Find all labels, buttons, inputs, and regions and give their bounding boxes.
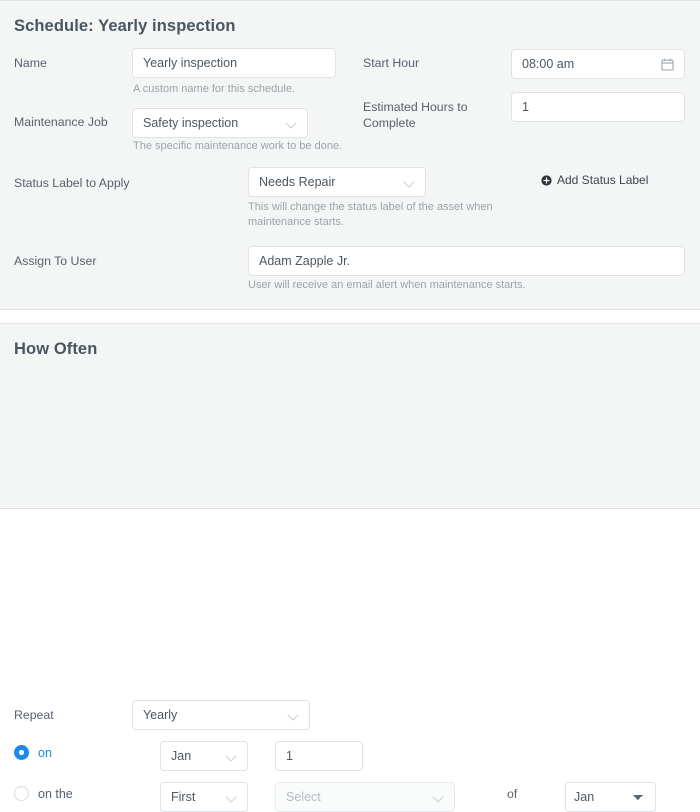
repeat-on-radio-row[interactable]: on bbox=[14, 745, 52, 760]
maintenance-job-value: Safety inspection bbox=[143, 116, 280, 130]
name-label: Name bbox=[14, 55, 47, 71]
status-label-label: Status Label to Apply bbox=[14, 175, 130, 191]
repeat-value: Yearly bbox=[143, 708, 282, 722]
circle-plus-icon bbox=[541, 175, 552, 186]
repeat-on-the-weekday-placeholder: Select bbox=[286, 790, 427, 804]
how-often-card: How Often Repeat Yearly on Jan 1 on the … bbox=[0, 323, 700, 509]
estimated-hours-value: 1 bbox=[522, 100, 674, 114]
chevron-down-icon bbox=[226, 751, 237, 762]
repeat-on-the-weekday-dropdown[interactable]: Select bbox=[275, 782, 455, 812]
add-status-label-button[interactable]: Add Status Label bbox=[535, 169, 654, 191]
repeat-on-month-dropdown[interactable]: Jan bbox=[160, 741, 248, 771]
add-status-label-text: Add Status Label bbox=[557, 173, 648, 187]
start-hour-input[interactable]: 08:00 am bbox=[511, 49, 685, 79]
maintenance-job-dropdown[interactable]: Safety inspection bbox=[132, 108, 308, 138]
calendar-icon[interactable] bbox=[661, 58, 674, 71]
status-label-help-text: This will change the status label of the… bbox=[248, 200, 498, 230]
maintenance-job-help-text: The specific maintenance work to be done… bbox=[133, 139, 342, 154]
start-hour-value: 08:00 am bbox=[522, 57, 655, 71]
repeat-on-the-ordinal-dropdown[interactable]: First bbox=[160, 782, 248, 812]
chevron-down-icon bbox=[286, 118, 297, 129]
repeat-label: Repeat bbox=[14, 707, 54, 723]
chevron-down-icon bbox=[226, 792, 237, 803]
status-label-dropdown[interactable]: Needs Repair bbox=[248, 167, 426, 197]
page-title: Schedule: Yearly inspection bbox=[14, 1, 686, 36]
estimated-hours-label: Estimated Hours to Complete bbox=[363, 99, 493, 131]
how-often-title: How Often bbox=[14, 324, 686, 359]
start-hour-label: Start Hour bbox=[363, 55, 419, 71]
repeat-dropdown[interactable]: Yearly bbox=[132, 700, 310, 730]
schedule-card: Schedule: Yearly inspection Name Yearly … bbox=[0, 0, 700, 310]
repeat-on-the-label: on the bbox=[38, 787, 73, 801]
repeat-on-label: on bbox=[38, 746, 52, 760]
repeat-on-day-input[interactable]: 1 bbox=[275, 741, 363, 771]
chevron-down-icon bbox=[433, 792, 444, 803]
chevron-down-icon bbox=[404, 177, 415, 188]
assign-to-user-input[interactable]: Adam Zapple Jr. bbox=[248, 246, 685, 276]
estimated-hours-input[interactable]: 1 bbox=[511, 92, 685, 122]
assign-to-user-value: Adam Zapple Jr. bbox=[259, 254, 674, 268]
maintenance-job-label: Maintenance Job bbox=[14, 114, 124, 130]
assign-to-user-help-text: User will receive an email alert when ma… bbox=[248, 278, 526, 293]
repeat-on-the-radio-row[interactable]: on the bbox=[14, 786, 73, 801]
repeat-on-the-radio[interactable] bbox=[14, 786, 29, 801]
name-input-value: Yearly inspection bbox=[143, 56, 325, 70]
of-label: of bbox=[507, 787, 517, 801]
chevron-down-icon bbox=[288, 710, 299, 721]
status-label-value: Needs Repair bbox=[259, 175, 398, 189]
repeat-on-radio[interactable] bbox=[14, 745, 29, 760]
repeat-on-day-value: 1 bbox=[286, 749, 352, 763]
name-input[interactable]: Yearly inspection bbox=[132, 48, 336, 78]
repeat-on-the-ordinal-value: First bbox=[171, 790, 220, 804]
assign-to-user-label: Assign To User bbox=[14, 253, 96, 269]
repeat-on-month-value: Jan bbox=[171, 749, 220, 763]
name-help-text: A custom name for this schedule. bbox=[133, 82, 295, 97]
repeat-on-the-month-select[interactable]: Jan bbox=[565, 782, 656, 812]
